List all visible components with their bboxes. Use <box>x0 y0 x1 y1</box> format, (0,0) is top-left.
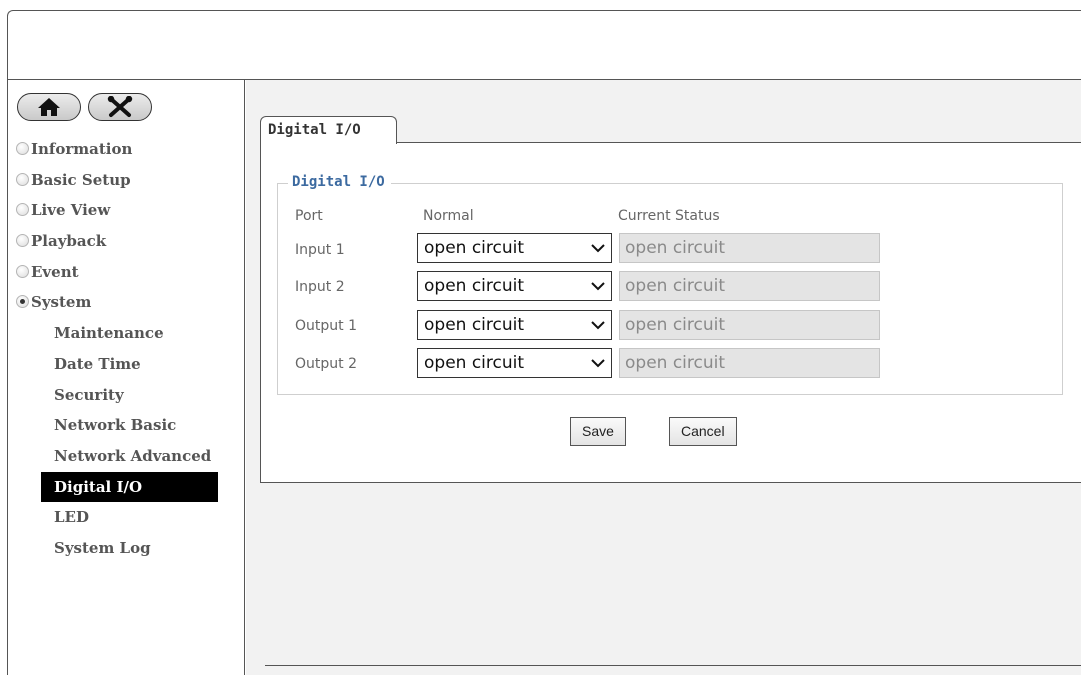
status-value: open circuit <box>625 353 726 373</box>
sidebar-item-label: Information <box>31 140 133 158</box>
sidebar-item-label: System Log <box>54 538 151 557</box>
sidebar-menu: Information Basic Setup Live View Playba… <box>8 134 244 564</box>
sidebar: Information Basic Setup Live View Playba… <box>8 80 245 675</box>
select-value: open circuit <box>424 353 525 373</box>
sidebar-item-label: Live View <box>31 201 111 220</box>
column-header-port: Port <box>295 208 323 224</box>
sidebar-item-label: Basic Setup <box>31 170 131 189</box>
sidebar-item-label: Date Time <box>54 354 141 373</box>
normal-select-input-2[interactable]: open circuit <box>417 271 612 301</box>
status-value: open circuit <box>625 315 726 335</box>
sidebar-subitem-digital-io[interactable]: Digital I/O <box>8 471 244 503</box>
sidebar-item-information[interactable]: Information <box>8 134 244 165</box>
sidebar-item-label: System <box>31 293 92 312</box>
home-button[interactable] <box>17 93 81 121</box>
chevron-down-icon <box>591 234 605 262</box>
chevron-down-icon <box>591 272 605 300</box>
sidebar-item-label: Maintenance <box>54 324 164 343</box>
status-field-input-2: open circuit <box>619 271 880 301</box>
radio-icon <box>16 172 29 186</box>
select-value: open circuit <box>424 276 525 296</box>
row-label-output-1: Output 1 <box>295 318 357 334</box>
home-icon <box>38 98 60 116</box>
sidebar-item-playback[interactable]: Playback <box>8 226 244 257</box>
sidebar-subitem-network-advanced[interactable]: Network Advanced <box>8 441 244 472</box>
column-header-status: Current Status <box>618 208 720 224</box>
sidebar-subitem-led[interactable]: LED <box>8 502 244 533</box>
sidebar-subitem-system-log[interactable]: System Log <box>8 533 244 564</box>
settings-panel: Digital I/O Port Normal Current Status I… <box>260 142 1081 483</box>
footer-divider <box>265 665 1081 666</box>
column-header-normal: Normal <box>423 208 474 224</box>
sidebar-item-live-view[interactable]: Live View <box>8 195 244 226</box>
sidebar-item-label: Network Basic <box>54 416 177 435</box>
sidebar-item-basic-setup[interactable]: Basic Setup <box>8 165 244 196</box>
sidebar-subitem-maintenance[interactable]: Maintenance <box>8 318 244 349</box>
sidebar-item-label: Network Advanced <box>54 446 212 465</box>
digital-io-fieldset: Digital I/O Port Normal Current Status I… <box>277 174 1063 395</box>
status-field-output-1: open circuit <box>619 310 880 340</box>
tools-icon <box>107 96 133 117</box>
radio-selected-icon <box>16 295 29 309</box>
row-label-output-2: Output 2 <box>295 356 357 372</box>
tab-digital-io[interactable]: Digital I/O <box>260 116 397 146</box>
sidebar-item-label: Playback <box>31 232 107 251</box>
status-field-output-2: open circuit <box>619 348 880 378</box>
select-value: open circuit <box>424 238 525 258</box>
radio-icon <box>16 203 29 217</box>
sidebar-item-event[interactable]: Event <box>8 257 244 288</box>
radio-icon <box>16 142 29 155</box>
sidebar-item-label: Security <box>54 385 124 404</box>
tab-label: Digital I/O <box>268 122 361 138</box>
sidebar-item-label: Event <box>31 262 79 281</box>
content-area: Digital I/O Digital I/O Port Normal Curr… <box>246 80 1081 675</box>
chevron-down-icon <box>591 349 605 377</box>
status-value: open circuit <box>625 276 726 296</box>
row-label-input-1: Input 1 <box>295 242 345 258</box>
chevron-down-icon <box>591 311 605 339</box>
sidebar-subitem-network-basic[interactable]: Network Basic <box>8 410 244 441</box>
status-field-input-1: open circuit <box>619 233 880 263</box>
radio-icon <box>16 264 29 278</box>
row-label-input-2: Input 2 <box>295 279 345 295</box>
normal-select-input-1[interactable]: open circuit <box>417 233 612 263</box>
fieldset-legend: Digital I/O <box>288 174 391 190</box>
sidebar-item-label-active: Digital I/O <box>41 471 218 502</box>
radio-icon <box>16 234 29 248</box>
sidebar-subitem-security[interactable]: Security <box>8 380 244 411</box>
normal-select-output-2[interactable]: open circuit <box>417 348 612 378</box>
sidebar-item-label: LED <box>54 508 89 527</box>
tools-button[interactable] <box>88 93 152 121</box>
status-value: open circuit <box>625 238 726 258</box>
select-value: open circuit <box>424 315 525 335</box>
save-button[interactable]: Save <box>570 417 626 446</box>
cancel-button[interactable]: Cancel <box>669 417 737 446</box>
app-frame: Information Basic Setup Live View Playba… <box>7 10 1081 675</box>
sidebar-subitem-date-time[interactable]: Date Time <box>8 349 244 380</box>
sidebar-item-system[interactable]: System <box>8 287 244 318</box>
normal-select-output-1[interactable]: open circuit <box>417 310 612 340</box>
